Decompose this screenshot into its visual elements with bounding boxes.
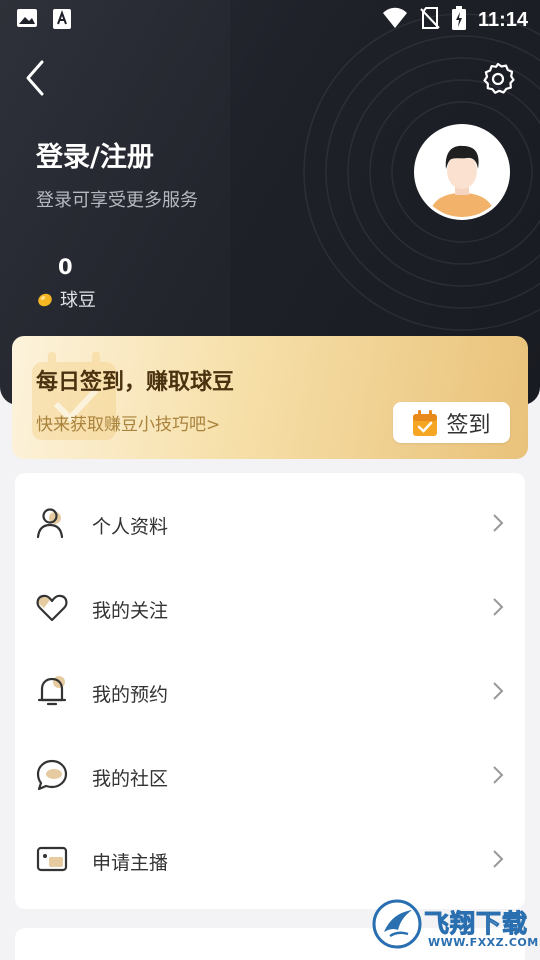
checkin-button[interactable]: 签到 [393,402,510,443]
login-subtitle: 登录可享受更多服务 [36,190,198,211]
calendar-check-icon [413,409,438,436]
checkin-title: 每日签到，赚取球豆 [36,370,235,395]
watermark-text: 飞翔下载 [423,909,529,939]
menu-item-following[interactable]: 我的关注 [15,565,525,649]
checkin-tips-link[interactable]: 快来获取赚豆小技巧吧> [36,410,220,435]
watermark: 飞翔下载 WWW.FXXZ.COM [372,898,538,954]
beans-row[interactable]: 球豆 [36,286,96,312]
gear-icon [483,62,515,94]
beans-count: 0 [58,255,73,279]
menu-item-label: 我的预约 [92,684,169,706]
checkin-button-label: 签到 [446,412,491,438]
menu-item-label: 申请主播 [92,852,169,874]
text-a-icon [52,8,72,34]
menu-item-apply-host[interactable]: 申请主播 [15,817,525,901]
chevron-right-icon [493,682,504,700]
image-icon [16,8,38,34]
status-bar: 11:14 [0,0,540,38]
bean-icon [38,293,52,307]
menu-item-label: 个人资料 [92,516,169,538]
menu-list: 个人资料 我的关注 我的预约 我的社区 申请主播 [15,473,525,909]
beans-label: 球豆 [60,290,96,311]
settings-button[interactable] [480,61,516,97]
battery-charging-icon [451,6,466,34]
menu-item-reservations[interactable]: 我的预约 [15,649,525,733]
bell-icon [37,676,67,706]
menu-item-label: 我的社区 [92,768,169,790]
watermark-url: WWW.FXXZ.COM [428,936,539,949]
menu-item-label: 我的关注 [92,600,169,622]
no-sim-icon [420,6,440,34]
menu-item-community[interactable]: 我的社区 [15,733,525,817]
chevron-left-icon [26,60,44,96]
default-avatar-icon [417,127,507,217]
back-button[interactable] [20,58,52,98]
login-register-link[interactable]: 登录/注册 [36,135,154,174]
heart-icon [36,594,68,622]
user-icon [36,508,64,539]
status-time: 11:14 [477,8,528,31]
chevron-right-icon [493,598,504,616]
id-card-icon [36,846,68,872]
chat-bubble-icon [36,759,68,791]
watermark-logo-icon [372,899,422,949]
chevron-right-icon [493,766,504,784]
chevron-right-icon [493,850,504,868]
chevron-right-icon [493,514,504,532]
wifi-icon [382,7,408,33]
menu-item-profile[interactable]: 个人资料 [15,481,525,565]
avatar[interactable] [414,124,510,220]
daily-checkin-card[interactable]: 每日签到，赚取球豆 快来获取赚豆小技巧吧> 签到 [12,336,528,459]
